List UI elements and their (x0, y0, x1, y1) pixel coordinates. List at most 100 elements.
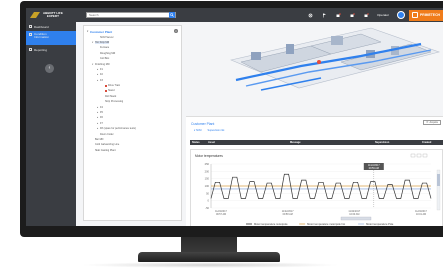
subnav-scm[interactable]: ▾ SCM (194, 129, 202, 132)
col-supervision[interactable]: Supervision (375, 141, 389, 144)
download-icon[interactable] (422, 153, 428, 158)
tree-close-icon[interactable]: × (174, 29, 178, 33)
alarm-dot-icon (105, 89, 107, 92)
zoom-out-icon[interactable] (416, 153, 422, 158)
brand-logo: PRIMETECH (409, 9, 443, 21)
settings-icon[interactable] (307, 12, 313, 18)
tree-item-label: Cold Galvanizing Line (95, 143, 120, 147)
tree-item-label: Roughing Mill (100, 51, 116, 55)
tree-item-label: Down Coiler (100, 132, 114, 136)
col-asset[interactable]: Asset (208, 141, 215, 144)
app-logo[interactable]: ABBOTT LIFE EXPERT (26, 8, 76, 22)
tree-item-label: F5 (100, 111, 103, 115)
y-tick-label: -50 (205, 206, 209, 210)
legend-label: Motor temperature motorpole hot (307, 222, 345, 226)
legend-label: Motor temperature Pole (366, 222, 394, 226)
tree-item-label: F3 (100, 78, 103, 82)
tree-rows: SCM Server ▾ Hot Strip Mill Furnace Roughing… (87, 34, 178, 153)
plant-model-image (230, 27, 441, 91)
nav-item-condition-information[interactable]: Condition Information (26, 31, 76, 45)
flag-icon[interactable] (321, 12, 327, 18)
search-icon (170, 13, 174, 17)
y-tick-label: 0 (208, 199, 210, 203)
tree-item-label: Slab Casting Plant (95, 148, 116, 152)
app-screen: ABBOTT LIFE EXPERT Operator PRIMETECH (26, 8, 443, 226)
left-nav: Dashboard Condition Information Reportin… (26, 22, 76, 226)
tree-item-label: Coil Box (100, 57, 110, 61)
tree-item-label: F1 (100, 67, 103, 71)
x-tick-label: 09:58 AM (283, 213, 293, 216)
toolbar-icons: Operator (307, 11, 409, 19)
tree-item-label: Stand (108, 89, 115, 93)
nav-item-label: Condition Information (34, 32, 50, 40)
logo-mark-icon (30, 12, 40, 18)
y-tick-label: 250 (205, 162, 210, 166)
tree-item-label: Drive Train (108, 84, 121, 88)
nav-item-reporting[interactable]: Reporting (26, 45, 76, 54)
table-header: Status Asset Message Supervision Created (190, 140, 443, 145)
subnav-supervision-list[interactable]: Supervision list (208, 129, 225, 132)
tree-item-label: F6 (100, 116, 103, 120)
alert-icon[interactable] (335, 12, 341, 18)
refresh-icon: ⟳ (426, 121, 429, 124)
tree-root-label: Customer Plant (90, 29, 113, 34)
y-tick-label: 150 (205, 177, 210, 181)
x-tick-label: 10:01 AM (416, 213, 426, 216)
tree-item-label: Strip Processing (105, 100, 124, 104)
search-button[interactable] (169, 12, 175, 18)
tree-item-label: Bar Mill (95, 138, 104, 141)
tree-item-label: SCM Server (100, 35, 114, 39)
tree-item-label: F4 (100, 105, 103, 109)
zoom-in-icon[interactable] (410, 153, 416, 158)
nav-item-dashboard[interactable]: Dashboard (26, 22, 76, 31)
chart-card: Motor temperatures 250 200 150 100 50 0 -50 11/… (190, 149, 443, 226)
reporting-icon (29, 48, 32, 51)
detail-title: Customer Plant (191, 122, 215, 126)
brand-mark-icon (412, 12, 418, 18)
nav-item-label: Dashboard (34, 24, 49, 29)
logo-text: ABBOTT LIFE EXPERT (43, 10, 63, 18)
y-tick-label: 50 (206, 191, 209, 195)
plant-tree: × ▾ Customer Plant SCM Server ▾ Hot Strip … (83, 25, 182, 221)
acquire-button[interactable]: ⟳ Acquire (423, 120, 441, 125)
detail-panel: Customer Plant ▾ SCM Supervision list ⟳ … (186, 116, 443, 226)
brand-text: PRIMETECH (420, 13, 440, 17)
user-avatar[interactable] (397, 11, 405, 19)
monitor-stand-base (138, 252, 280, 262)
nav-item-label: Reporting (34, 47, 48, 52)
plant-3d-view[interactable] (191, 22, 443, 110)
monitor-stand-neck (181, 237, 237, 253)
x-tick-label: 10:00 AM (349, 213, 359, 216)
range-slider[interactable] (340, 216, 372, 221)
chart-svg: 250200150100500-5011/22/201709:59 AM11/2… (205, 153, 441, 226)
alarm-dot-icon (105, 84, 107, 87)
collapse-nav-button[interactable]: ‹ (45, 64, 54, 73)
y-tick-label: 200 (205, 169, 210, 173)
notification-icon[interactable] (349, 12, 355, 18)
tooltip-text: 09:59 AM (369, 167, 379, 170)
tree-item-label: F7 (100, 121, 103, 125)
tree-item-label: F8 (spare for performance tests) (100, 127, 136, 131)
col-created[interactable]: Created (422, 141, 431, 144)
x-tick-label: 09:57 AM (216, 213, 226, 216)
tree-item-label: Furnace (100, 46, 110, 50)
legend-label: Motor temperature motorpole (254, 222, 288, 226)
subnav-scm-label: SCM (195, 129, 202, 132)
tree-item[interactable]: Slab Casting Plant (87, 148, 178, 153)
monitor-scene: ABBOTT LIFE EXPERT Operator PRIMETECH (0, 0, 443, 273)
search-input[interactable] (87, 12, 170, 18)
col-message[interactable]: Message (290, 141, 301, 144)
message-icon[interactable] (363, 12, 369, 18)
scrollbar-thumb[interactable] (437, 174, 440, 186)
tree-item-label: Hot Strip Mill (95, 40, 110, 44)
condition-icon (29, 33, 32, 36)
tree-item-label: F2 (100, 73, 103, 77)
dashboard-icon (29, 25, 32, 28)
monitor-shadow (80, 262, 340, 268)
detail-subnav: ▾ SCM Supervision list (194, 129, 224, 132)
tree-item-label: Roll Stack (105, 94, 117, 98)
tree-item-label: Finishing Mill (95, 62, 110, 66)
col-status[interactable]: Status (192, 141, 200, 144)
search-box (86, 12, 176, 18)
operator-label: Operator (377, 13, 389, 17)
